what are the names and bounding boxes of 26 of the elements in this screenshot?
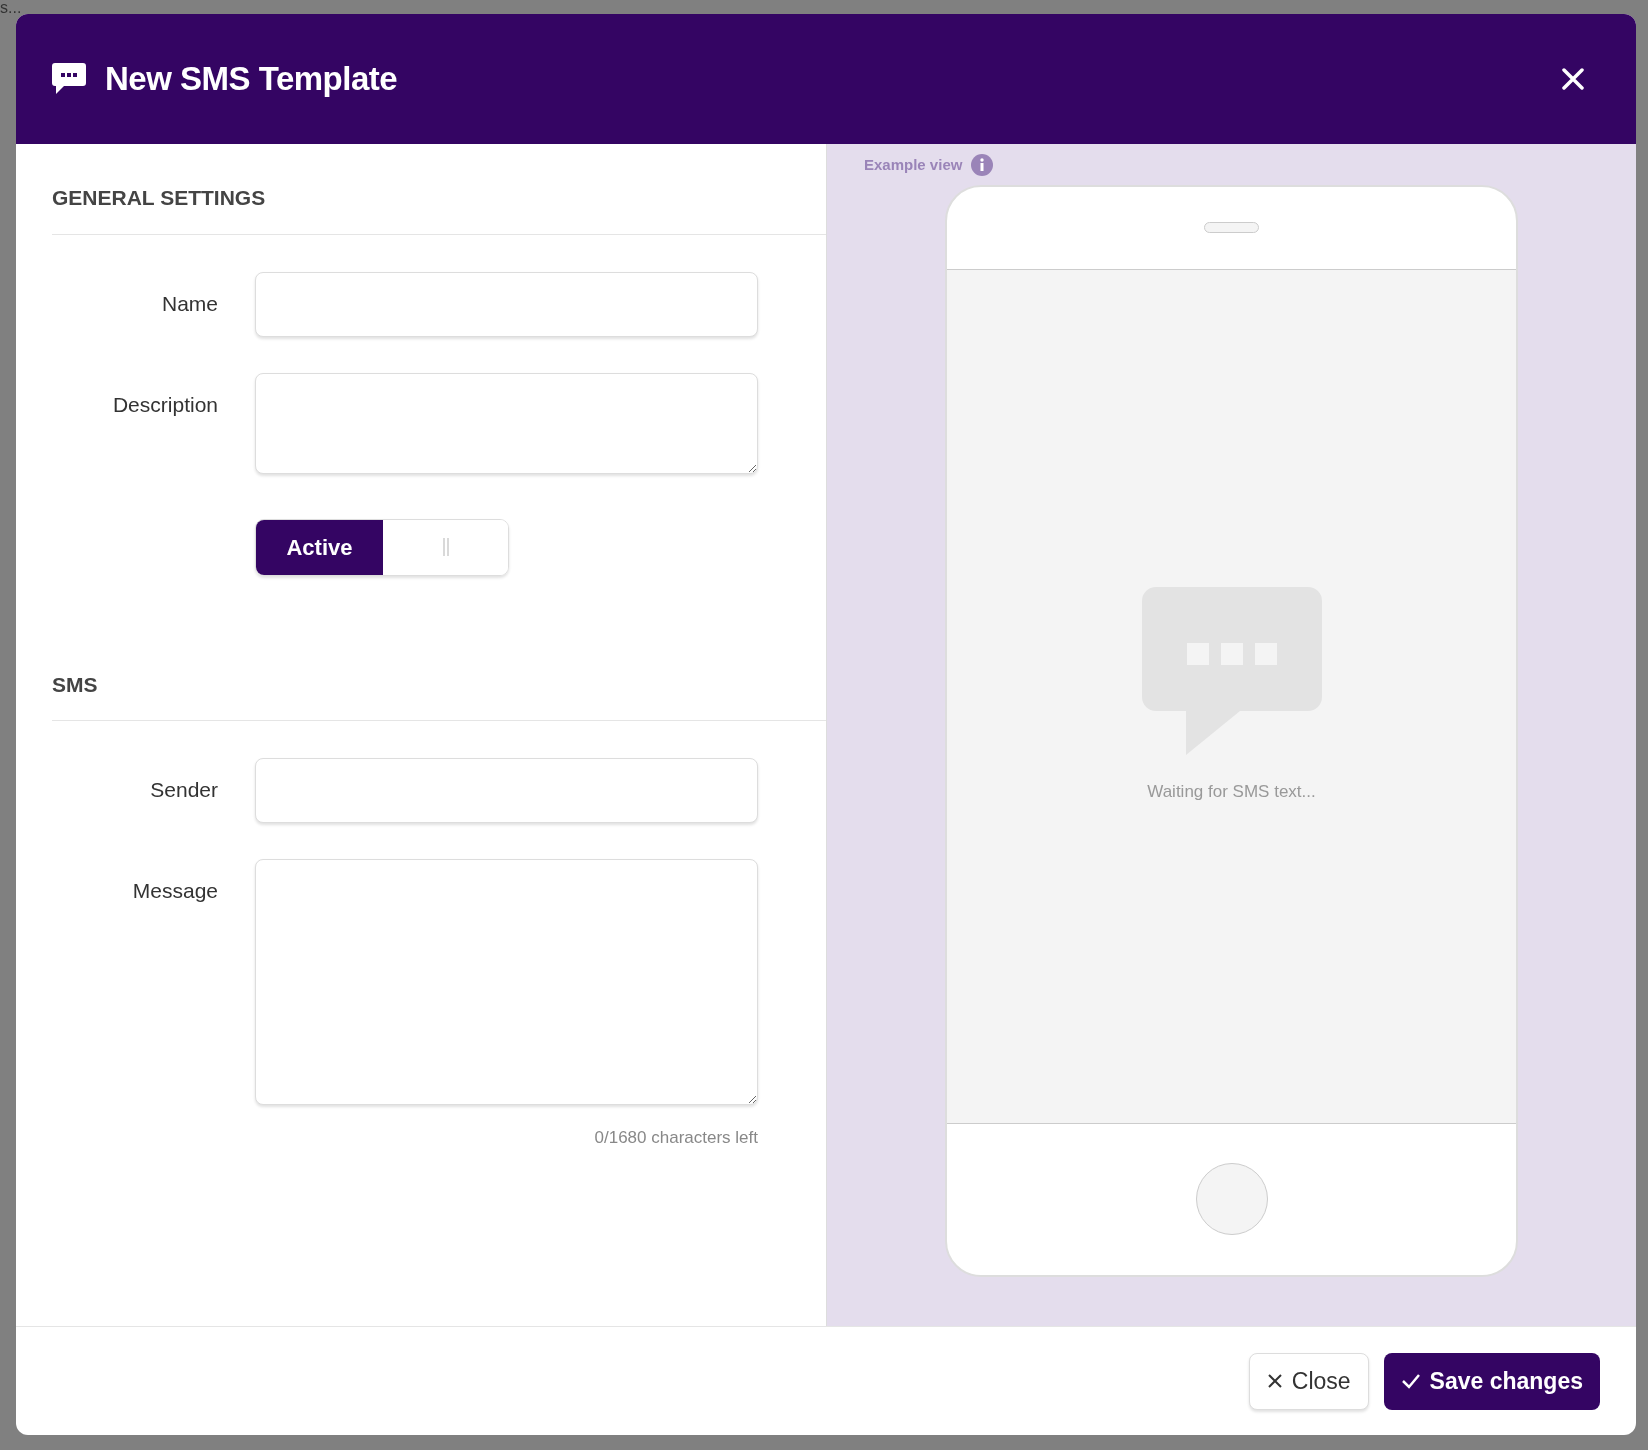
text-field[interactable] [255,758,758,823]
close-icon[interactable] [1562,68,1584,90]
dialog-title: New SMS Template [105,59,398,100]
text-area[interactable] [255,372,758,474]
close-icon [1266,1373,1283,1389]
info-icon[interactable] [971,154,994,177]
toggle-switch[interactable]: Active [255,518,509,576]
field-label: Sender [149,777,218,803]
toggle-label: Active [256,519,383,575]
save-button[interactable]: Save changes [1383,1352,1600,1410]
text-area[interactable] [255,859,758,1105]
close-button[interactable]: Close [1248,1352,1369,1410]
field-label: Name [160,290,218,317]
character-counter: 0/1680 characters left [594,1128,758,1147]
grip-icon [441,538,450,556]
section-heading: SMS [52,668,826,721]
field-label: Message [131,878,218,904]
waiting-message: Waiting for SMS text... [1147,781,1316,804]
background-text: s... [0,0,22,18]
preview-label: Example view [864,155,963,175]
field-label: Description [111,391,218,418]
section-heading: GENERAL SETTINGS [52,182,826,235]
phone-speaker [1204,222,1259,233]
text-field[interactable] [255,271,758,337]
check-icon [1400,1373,1421,1389]
chat-icon [52,63,86,95]
